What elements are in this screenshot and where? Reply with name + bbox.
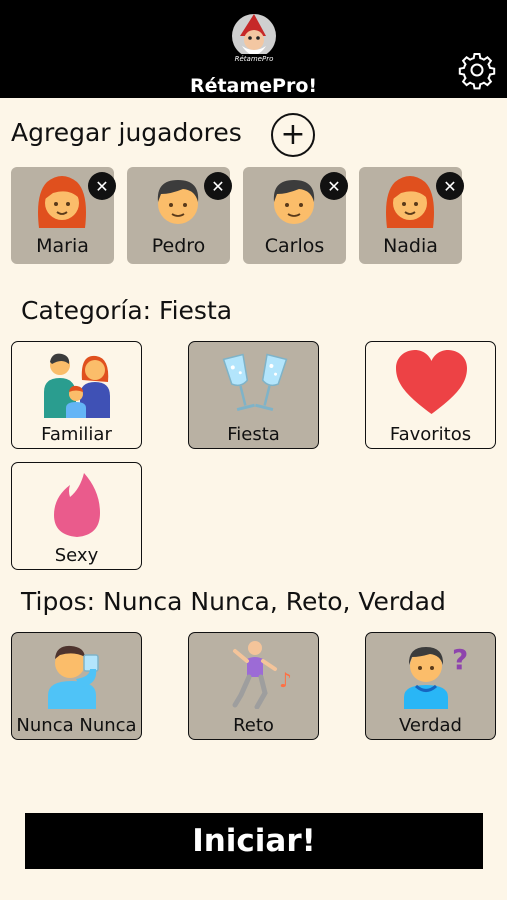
gear-icon[interactable] [457, 50, 497, 90]
category-label: Familiar [41, 424, 112, 445]
type-label: Reto [233, 715, 274, 736]
category-fiesta[interactable]: Fiesta [188, 341, 319, 449]
type-nunca-nunca[interactable]: Nunca Nunca [11, 632, 142, 740]
heart-icon [396, 350, 467, 414]
add-players-heading: Agregar jugadores [11, 118, 242, 147]
category-label: Sexy [54, 545, 99, 566]
remove-player-button[interactable]: ✕ [88, 172, 116, 200]
svg-text:RétamePro: RétamePro [235, 55, 274, 63]
add-player-button[interactable]: + [271, 113, 315, 157]
player-name: Nadia [383, 235, 438, 257]
app-logo: RétamePro [232, 14, 276, 63]
woman-red-hair-icon [386, 176, 434, 228]
category-favoritos[interactable]: Favoritos [365, 341, 496, 449]
type-verdad[interactable]: ? Verdad [365, 632, 496, 740]
category-heading: Categoría: Fiesta [21, 296, 233, 325]
svg-text:?: ? [452, 643, 468, 676]
app-title: RétamePro! [189, 75, 318, 97]
remove-player-button[interactable]: ✕ [436, 172, 464, 200]
remove-player-button[interactable]: ✕ [320, 172, 348, 200]
man-icon [157, 180, 199, 224]
player-card-carlos: ✕ Carlos [243, 167, 348, 264]
type-label: Verdad [399, 715, 462, 736]
category-sexy[interactable]: Sexy [11, 462, 142, 570]
player-name: Carlos [264, 235, 325, 257]
player-card-pedro: ✕ Pedro [127, 167, 232, 264]
player-card-nadia: ✕ Nadia [359, 167, 464, 264]
family-icon [44, 353, 110, 418]
category-familiar[interactable]: Familiar [11, 341, 142, 449]
type-label: Nunca Nunca [16, 715, 137, 736]
start-button[interactable]: Iniciar! [25, 813, 483, 869]
player-card-maria: ✕ Maria [11, 167, 116, 264]
top-bar: RétamePro RétamePro! [0, 0, 507, 98]
person-question-icon: ? [404, 643, 468, 709]
person-drinking-icon [48, 645, 99, 709]
remove-player-button[interactable]: ✕ [204, 172, 232, 200]
man-icon [273, 180, 315, 224]
type-reto[interactable]: ♪ Reto [188, 632, 319, 740]
category-label: Fiesta [227, 424, 280, 445]
player-name: Maria [36, 235, 89, 257]
flame-icon [54, 473, 100, 537]
dancing-icon: ♪ [232, 641, 292, 709]
clinking-glasses-icon [222, 353, 288, 412]
player-name: Pedro [151, 235, 206, 257]
woman-red-hair-icon [38, 176, 86, 228]
types-heading: Tipos: Nunca Nunca, Reto, Verdad [21, 587, 446, 616]
category-label: Favoritos [389, 424, 472, 445]
svg-text:♪: ♪ [279, 668, 292, 692]
